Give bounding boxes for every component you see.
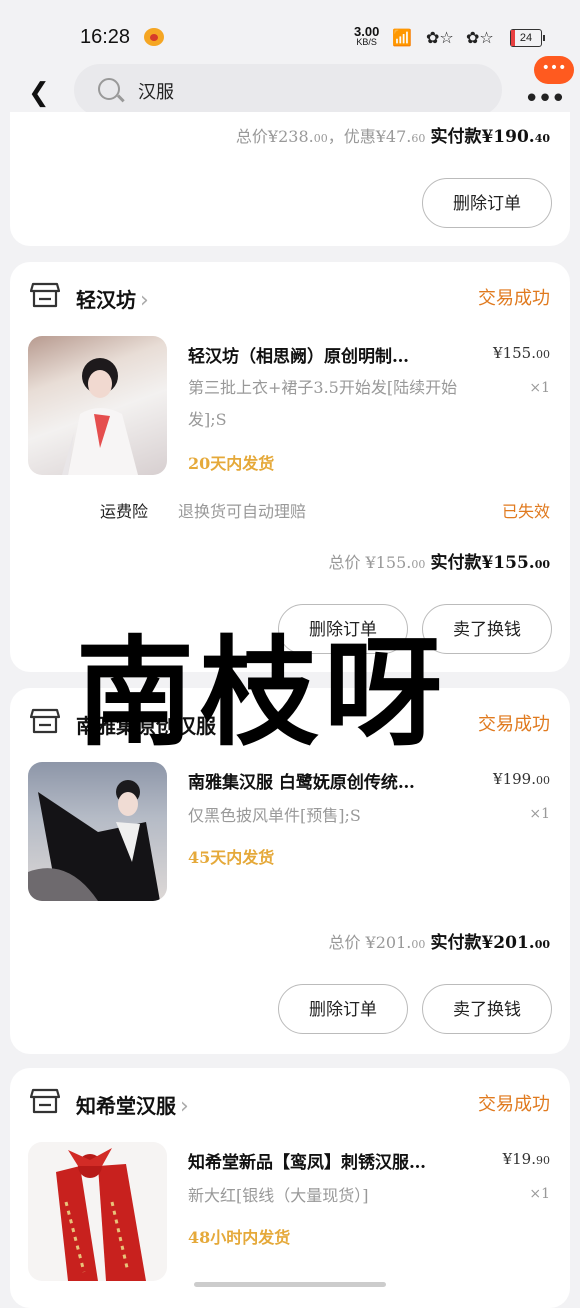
- battery-icon: 24: [510, 29, 545, 47]
- discount-label: ，优惠: [327, 127, 376, 146]
- shipping-time: 45天内发货: [188, 848, 275, 867]
- shop-icon: [30, 1088, 60, 1114]
- back-button[interactable]: ❮: [28, 78, 50, 108]
- discount-decimal: 60: [411, 132, 426, 145]
- delete-order-button[interactable]: 删除订单: [278, 984, 408, 1034]
- delete-order-button[interactable]: 删除订单: [422, 178, 552, 228]
- more-options-icon[interactable]: •••: [524, 84, 566, 114]
- paid-value: ¥190.: [481, 127, 535, 147]
- flower-icon: ✿☆: [466, 28, 494, 47]
- status-bar: 16:28 3.00 KB/S 📶 ✿☆ ✿☆ 24: [0, 0, 580, 62]
- total-label: 总价: [328, 933, 361, 952]
- total-label: 总价: [235, 127, 268, 146]
- product-spec: 新大红[银线（大量现货）]: [188, 1186, 369, 1205]
- product-spec: 第三批上衣+裙子3.5开始发[陆续开始发];S: [188, 378, 458, 429]
- order-card: 知希堂汉服 › 交易成功 知希堂新品【鸾凤】刺锈汉服… ¥19.90 新大红[银线…: [10, 1068, 570, 1308]
- product-image[interactable]: [28, 1142, 167, 1281]
- insurance-label: 运费险: [100, 502, 149, 521]
- product-image[interactable]: [28, 762, 167, 901]
- paid-label: 实付款: [430, 933, 482, 953]
- search-input[interactable]: 汉服: [138, 78, 174, 104]
- resell-button[interactable]: 卖了换钱: [422, 984, 552, 1034]
- search-bar[interactable]: 汉服: [74, 64, 502, 116]
- price-decimal: 00: [536, 774, 550, 787]
- shipping-time: 48小时内发货: [188, 1228, 291, 1247]
- product-title[interactable]: 知希堂新品【鸾凤】刺锈汉服…: [188, 1148, 478, 1173]
- order-total: 总价¥238.00，优惠¥47.60 实付款¥190.40: [236, 122, 550, 147]
- watermark: 南枝呀: [76, 623, 449, 762]
- paid-decimal: 00: [534, 558, 550, 571]
- total-decimal: 00: [411, 938, 426, 951]
- network-speed: 3.00 KB/S: [354, 25, 379, 48]
- total-value: ¥155.: [365, 553, 412, 572]
- product-price: ¥19.90: [503, 1150, 550, 1168]
- price-value: ¥19.: [502, 1150, 536, 1168]
- home-indicator[interactable]: [194, 1282, 386, 1287]
- order-card: 轻汉坊 › 交易成功 轻汉坊（相思阙）原创明制… ¥155.00 第三批上衣+裙子…: [10, 262, 570, 672]
- shop-icon: [30, 708, 60, 734]
- price-value: ¥199.: [493, 770, 536, 788]
- order-status: 交易成功: [478, 288, 550, 309]
- shop-name-text[interactable]: 轻汉坊: [76, 288, 136, 312]
- total-value: ¥238.: [267, 127, 314, 146]
- total-decimal: 00: [313, 132, 328, 145]
- order-total: 总价 ¥155.00 实付款¥155.00: [328, 548, 550, 573]
- price-decimal: 00: [536, 348, 550, 361]
- weibo-icon: [144, 28, 164, 46]
- paid-decimal: 40: [534, 132, 550, 145]
- clock: 16:28: [80, 26, 131, 48]
- price-decimal: 90: [536, 1154, 550, 1167]
- discount-value: ¥47.: [375, 127, 412, 146]
- product-quantity: ×1: [529, 380, 550, 396]
- total-value: ¥201.: [365, 933, 412, 952]
- price-value: ¥155.: [493, 344, 536, 362]
- product-photo: [56, 1148, 146, 1281]
- total-label: 总价: [328, 553, 361, 572]
- shipping-time: 20天内发货: [188, 454, 275, 473]
- product-photo: [62, 358, 138, 475]
- order-card: 总价¥238.00，优惠¥47.60 实付款¥190.40 删除订单: [10, 112, 570, 246]
- signal-icon: 📶: [392, 28, 412, 47]
- product-title[interactable]: 南雅集汉服 白鹭妩原创传统…: [188, 768, 478, 793]
- net-speed-unit: KB/S: [356, 37, 377, 47]
- paid-label: 实付款: [430, 127, 482, 147]
- shop-icon: [30, 282, 60, 308]
- total-decimal: 00: [411, 558, 426, 571]
- search-icon: [98, 78, 120, 100]
- paid-value: ¥155.: [481, 553, 535, 573]
- product-image[interactable]: [28, 336, 167, 475]
- order-status: 交易成功: [478, 714, 550, 735]
- product-photo: [28, 780, 160, 901]
- paid-label: 实付款: [430, 553, 482, 573]
- product-title[interactable]: 轻汉坊（相思阙）原创明制…: [188, 342, 478, 367]
- message-badge[interactable]: •••: [534, 56, 574, 84]
- insurance-description: 退换货可自动理赔: [178, 502, 307, 521]
- product-spec: 仅黑色披风单件[预售];S: [188, 806, 361, 825]
- insurance-status: 已失效: [501, 502, 550, 521]
- order-status: 交易成功: [478, 1094, 550, 1115]
- product-price: ¥199.00: [493, 770, 550, 788]
- product-quantity: ×1: [529, 806, 550, 822]
- product-price: ¥155.00: [493, 344, 550, 362]
- product-quantity: ×1: [529, 1186, 550, 1202]
- shop-name[interactable]: 轻汉坊 ›: [76, 284, 149, 313]
- flower-icon: ✿☆: [426, 28, 454, 47]
- chevron-right-icon: ›: [140, 288, 149, 313]
- order-total: 总价 ¥201.00 实付款¥201.00: [328, 928, 550, 953]
- paid-value: ¥201.: [481, 933, 535, 953]
- shop-name-text[interactable]: 知希堂汉服: [76, 1094, 176, 1118]
- paid-decimal: 00: [534, 938, 550, 951]
- shop-name[interactable]: 知希堂汉服 ›: [76, 1090, 189, 1119]
- chevron-right-icon: ›: [180, 1094, 189, 1119]
